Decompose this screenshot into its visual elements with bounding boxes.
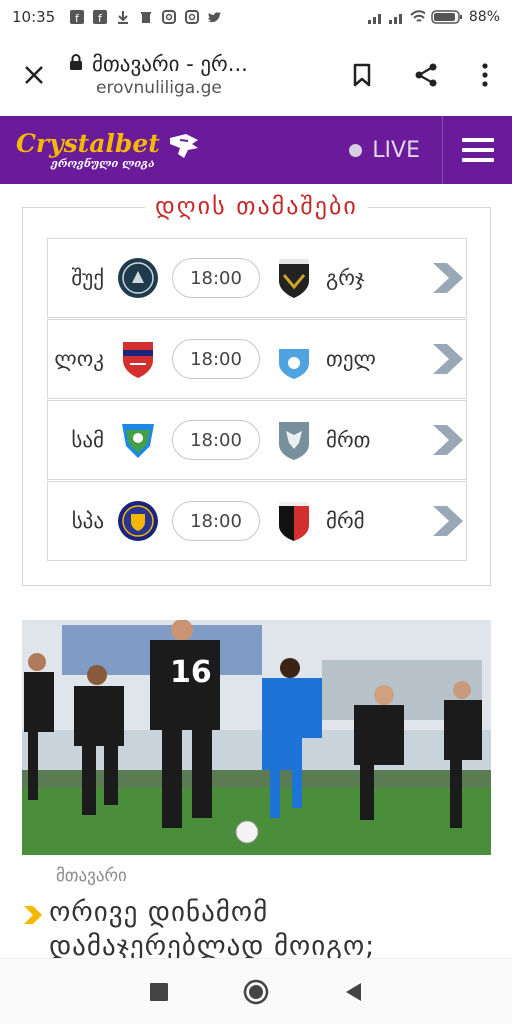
battery-icon (431, 10, 463, 25)
away-team: მრმ (326, 509, 365, 533)
match-row[interactable]: შუქ 18:00 გრჯ (47, 238, 467, 318)
logo-main-text: Crystalbet (16, 128, 160, 158)
matches-title: დღის თამაშები (145, 192, 368, 220)
share-button[interactable] (394, 34, 458, 116)
recents-icon (149, 982, 168, 1001)
chevron-bullet-icon (22, 896, 49, 964)
home-team: სამ (71, 428, 104, 452)
away-team: თელ (326, 347, 376, 371)
news-category[interactable]: მთავარი (56, 866, 127, 886)
page-title: მთავარი - ერ... (92, 52, 248, 76)
recents-button[interactable] (139, 972, 179, 1012)
lock-icon (68, 53, 84, 75)
matches-of-day: დღის თამაშები შუქ 18:00 გრჯ ლოკ 18:00 თე… (22, 192, 491, 586)
chevron-right-icon[interactable] (430, 339, 464, 379)
site-logo[interactable]: Crystalbet ეროვნული ლიგა (16, 128, 160, 170)
shukura-crest-icon (116, 256, 160, 300)
page-domain: erovnuliliga.ge (96, 78, 222, 98)
away-team: გრჯ (326, 266, 365, 290)
away-team: მრთ (326, 428, 371, 452)
more-menu-button[interactable] (458, 34, 512, 116)
back-icon (346, 982, 362, 1001)
jersey-number: 16 (170, 655, 212, 690)
facebook-icon: f (92, 10, 107, 25)
home-button[interactable] (236, 972, 276, 1012)
site-header: Crystalbet ეროვნული ლიგა LIVE (0, 116, 512, 184)
download-icon (115, 10, 130, 25)
system-nav-bar (0, 958, 512, 1024)
live-dot-icon (349, 143, 363, 157)
match-time: 18:00 (172, 501, 260, 541)
trash-icon (138, 10, 153, 25)
status-bar: 10:35 f f 88% (0, 0, 512, 34)
chevron-right-icon[interactable] (430, 420, 464, 460)
samgurali-crest-icon (116, 418, 160, 462)
merani-martvili-crest-icon (272, 499, 316, 543)
telavi-crest-icon (272, 337, 316, 381)
bookmark-icon (353, 63, 371, 87)
more-vert-icon (482, 63, 488, 87)
back-button[interactable] (333, 972, 373, 1012)
browser-toolbar: მთავარი - ერ... erovnuliliga.ge (0, 34, 512, 116)
live-label: LIVE (372, 137, 420, 163)
headline-text: ორივე დინამომ დამაჯერებლად მოიგო; (49, 897, 376, 962)
signal-icon (367, 10, 383, 25)
bookmark-button[interactable] (330, 34, 394, 116)
status-time: 10:35 (12, 8, 56, 26)
instagram-icon (184, 10, 199, 25)
instagram-icon (161, 10, 176, 25)
news-headline[interactable]: ორივე დინამომ დამაჯერებლად მოიგო; (22, 896, 491, 964)
merani-crest-icon (272, 418, 316, 462)
home-icon (243, 979, 269, 1004)
home-team: სპა (71, 509, 104, 533)
close-icon (25, 66, 43, 84)
logo-sub-text: ეროვნული ლიგა (51, 156, 155, 170)
news-photo[interactable]: 16 (22, 620, 491, 855)
match-row[interactable]: სპა 18:00 მრმ (47, 481, 467, 561)
match-row[interactable]: სამ 18:00 მრთ (47, 400, 467, 480)
menu-button[interactable] (442, 116, 512, 184)
battery-level: 88% (468, 9, 500, 25)
home-team: ლოკ (54, 347, 104, 371)
knight-helmet-icon (166, 130, 202, 170)
chevron-right-icon[interactable] (430, 501, 464, 541)
facebook-icon: f (69, 10, 84, 25)
signal-icon (388, 10, 404, 25)
wifi-icon (410, 10, 425, 25)
address-bar[interactable]: მთავარი - ერ... erovnuliliga.ge (68, 52, 330, 98)
lokomotivi-crest-icon (116, 337, 160, 381)
home-team: შუქ (71, 266, 104, 290)
gareji-crest-icon (272, 256, 316, 300)
match-row[interactable]: ლოკ 18:00 თელ (47, 319, 467, 399)
twitter-icon (207, 10, 222, 25)
match-time: 18:00 (172, 339, 260, 379)
share-icon (415, 63, 437, 87)
close-button[interactable] (0, 34, 68, 116)
live-link[interactable]: LIVE (349, 116, 442, 184)
hamburger-icon (461, 138, 494, 162)
match-time: 18:00 (172, 258, 260, 298)
match-time: 18:00 (172, 420, 260, 460)
chevron-right-icon[interactable] (430, 258, 464, 298)
saburtalo-crest-icon (116, 499, 160, 543)
